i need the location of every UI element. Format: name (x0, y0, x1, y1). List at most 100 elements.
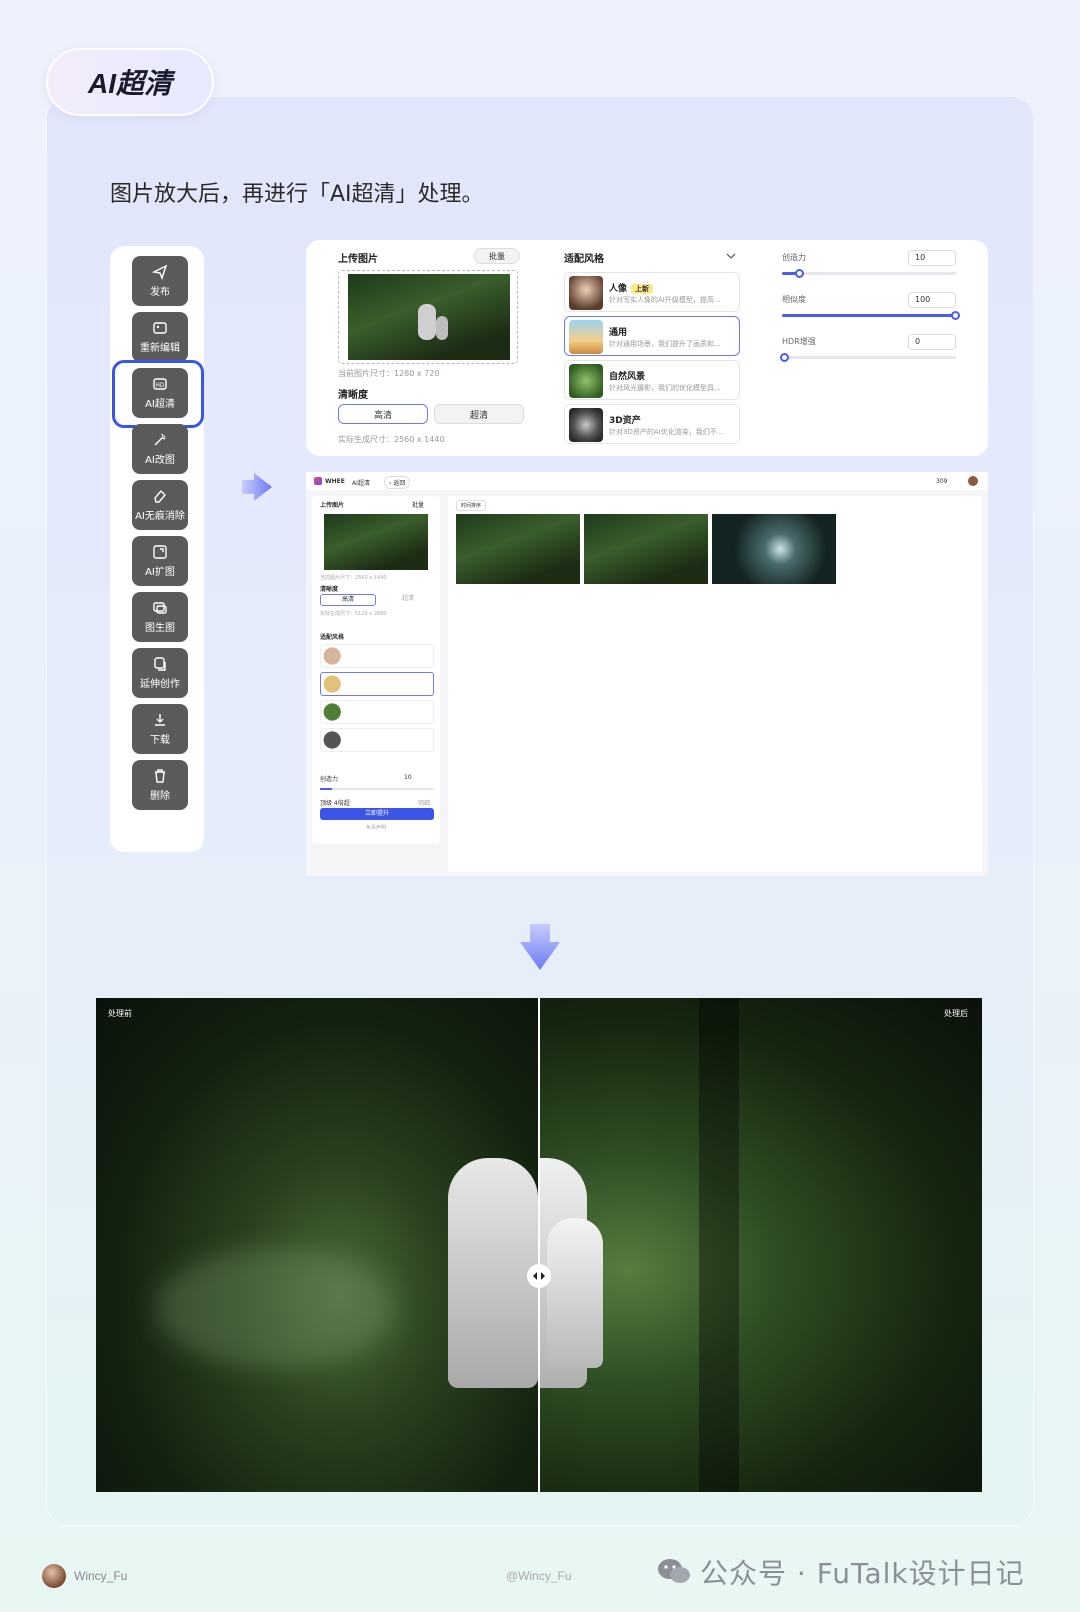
style-desc: 针对通用场景，我们提升了画质和... (609, 340, 721, 348)
back-button[interactable]: ‹ 返回 (384, 476, 411, 489)
actual-size: 实际生成尺寸：2560 x 1440 (338, 435, 445, 444)
style-name: 通用 (609, 328, 628, 338)
style-item-landscape[interactable]: 自然风景 针对风光摄影，我们的优化模型具... (564, 360, 740, 400)
eraser-icon (154, 489, 166, 503)
app-tip-detail[interactable]: 明细 (418, 798, 430, 807)
compare-handle[interactable] (527, 1264, 551, 1288)
similarity-input[interactable]: 100 (908, 292, 956, 308)
similarity-fill (782, 314, 956, 317)
hdr-label: HDR增强 (782, 337, 816, 346)
action-toolbar: 发布 重新编辑 HD AI超清 AI改图 AI无痕消除 AI扩图 图生图 延伸创… (110, 246, 204, 852)
brand-logo (314, 477, 322, 485)
hdr-knob[interactable] (780, 353, 789, 362)
after-label: 处理后 (944, 1009, 968, 1018)
app-page-title: AI超清 (352, 480, 370, 487)
image-to-image-icon (153, 602, 167, 614)
app-creativity-label: 创造力 (320, 776, 339, 783)
app-style-title: 适配风格 (320, 634, 345, 641)
app-upgrade-tip: 顶级 4倍超 (320, 800, 350, 807)
edit-image-icon (153, 322, 167, 334)
style-item-general[interactable]: 通用 针对通用场景，我们提升了画质和... (564, 316, 740, 356)
app-creativity-value[interactable]: 10 (404, 774, 412, 781)
app-clarity-uhd[interactable]: 超清 (380, 594, 436, 606)
app-upload-thumbnail (324, 514, 428, 570)
app-style-general[interactable] (320, 672, 434, 696)
similarity-label: 相似度 (782, 295, 806, 304)
image-to-image-label: 图生图 (145, 623, 175, 634)
result-image-3[interactable] (712, 514, 836, 584)
style-title: 适配风格 (564, 254, 604, 265)
watermark: 公众号 · FuTalk设计日记 (656, 1552, 1025, 1592)
before-label: 处理前 (108, 1009, 132, 1018)
extend-icon (154, 657, 166, 671)
ai-modify-button[interactable]: AI改图 (132, 424, 188, 474)
current-size: 当前图片尺寸：1280 x 720 (338, 369, 440, 378)
author-avatar (42, 1564, 66, 1588)
clarity-uhd-label: 超清 (469, 410, 488, 421)
creativity-knob[interactable] (795, 269, 804, 278)
delete-button[interactable]: 删除 (132, 760, 188, 810)
author-name: Wincy_Fu (74, 1569, 128, 1583)
extend-create-label: 延伸创作 (140, 679, 180, 690)
app-creativity-slider[interactable] (320, 788, 434, 790)
app-disclaimer[interactable]: 免责声明 (366, 824, 386, 831)
landscape-thumbnail (569, 364, 603, 398)
app-current-size: 当前图片尺寸：2560 x 1440 (320, 575, 387, 581)
batch-button[interactable]: 批量 (474, 248, 520, 264)
hdr-slider[interactable] (782, 356, 956, 359)
ai-expand-button[interactable]: AI扩图 (132, 536, 188, 586)
download-button[interactable]: 下载 (132, 704, 188, 754)
app-style-3d[interactable] (320, 728, 434, 752)
style-name: 自然风景 (609, 372, 646, 382)
ai-expand-label: AI扩图 (145, 567, 175, 578)
style-desc: 针对写实人像的AI升级模型，提高... (609, 296, 721, 304)
upload-thumbnail (348, 274, 510, 360)
style-item-portrait[interactable]: 人像 上新 针对写实人像的AI升级模型，提高... (564, 272, 740, 312)
portrait-thumbnail (569, 276, 603, 310)
arrow-right-icon (242, 473, 272, 501)
style-item-3d[interactable]: 3D资产 针对3D资产的AI优化渲染，我们不... (564, 404, 740, 444)
author-handle: @Wincy_Fu (506, 1569, 572, 1583)
app-upload-title: 上传图片 (320, 502, 345, 509)
app-sort-dropdown[interactable]: 时间排序 (456, 500, 487, 511)
creativity-input[interactable]: 10 (908, 250, 956, 266)
style-name: 人像 (609, 284, 628, 294)
page-title: AI超清 (46, 48, 214, 116)
ai-erase-label: AI无痕消除 (135, 511, 185, 522)
clarity-hd-option[interactable]: 高清 (338, 404, 428, 424)
image-to-image-button[interactable]: 图生图 (132, 592, 188, 642)
app-batch-button[interactable]: 批量 (412, 500, 424, 509)
page-subtitle: 图片放大后，再进行「AI超清」处理。 (110, 182, 484, 207)
extend-create-button[interactable]: 延伸创作 (132, 648, 188, 698)
clarity-uhd-option[interactable]: 超清 (434, 404, 524, 424)
publish-button[interactable]: 发布 (132, 256, 188, 306)
before-after-compare[interactable]: 处理前 处理后 (96, 998, 982, 1492)
new-badge: 上新 (631, 284, 654, 294)
re-edit-button[interactable]: 重新编辑 (132, 312, 188, 362)
re-edit-label: 重新编辑 (140, 343, 180, 354)
after-image (539, 998, 982, 1492)
similarity-knob[interactable] (951, 311, 960, 320)
chevron-down-icon[interactable] (726, 252, 736, 260)
watermark-text: 公众号 · FuTalk设计日记 (700, 1557, 1025, 1590)
result-image-2[interactable] (584, 514, 708, 584)
creativity-slider[interactable] (782, 272, 956, 275)
hdr-input[interactable]: 0 (908, 334, 956, 350)
result-image-1[interactable] (456, 514, 580, 584)
app-submit-button[interactable]: 立即提升 (320, 808, 434, 820)
app-window: WHEE AI超清 ‹ 返回 309 上传图片 批量 当前图片尺寸：2560 x… (306, 472, 988, 876)
app-style-landscape[interactable] (320, 700, 434, 724)
app-style-portrait[interactable] (320, 644, 434, 668)
user-avatar[interactable] (968, 476, 978, 486)
upload-title: 上传图片 (338, 254, 378, 265)
batch-label: 批量 (489, 251, 505, 261)
ai-erase-button[interactable]: AI无痕消除 (132, 480, 188, 530)
selected-highlight (112, 360, 204, 428)
app-clarity-hd[interactable]: 高清 (320, 594, 376, 606)
compare-divider[interactable] (538, 998, 540, 1492)
download-label: 下载 (150, 735, 170, 746)
expand-icon (153, 545, 167, 559)
send-icon (152, 264, 168, 280)
trash-icon (155, 769, 165, 783)
brand-name: WHEE (325, 478, 345, 485)
